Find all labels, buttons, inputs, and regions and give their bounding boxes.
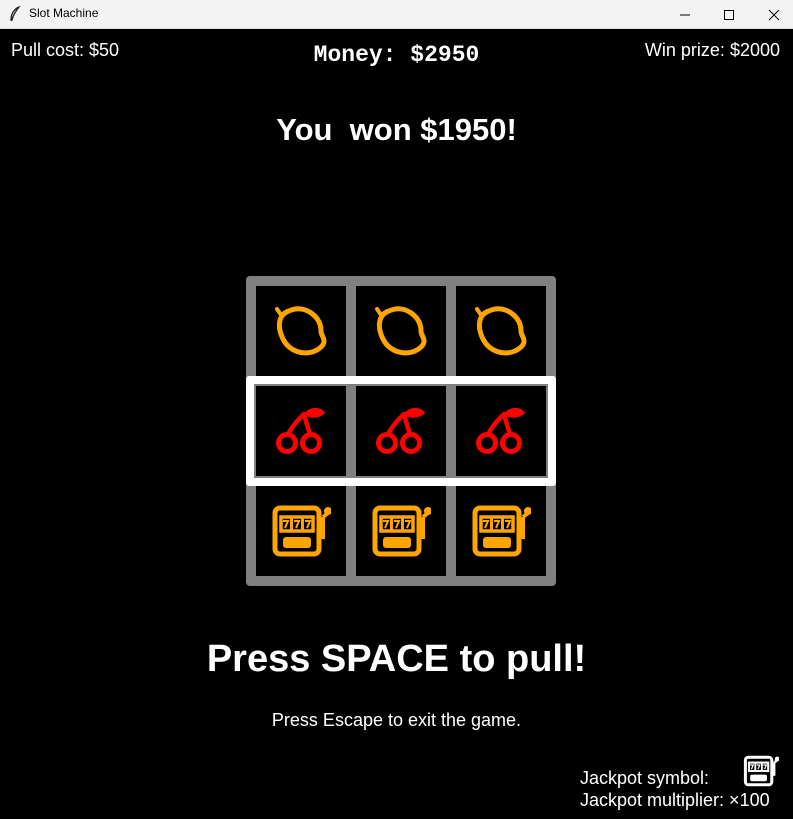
feather-icon bbox=[10, 6, 21, 22]
minimize-button[interactable] bbox=[662, 0, 708, 29]
jackpot-slot-machine-icon bbox=[743, 754, 780, 788]
reel-cell-r1-c3 bbox=[456, 286, 546, 376]
reel-cell-r3-c2 bbox=[356, 486, 446, 576]
result-message: You won $1950! bbox=[276, 112, 517, 147]
slot-machine-icon bbox=[271, 503, 331, 559]
reel-cell-r3-c1 bbox=[256, 486, 346, 576]
lemon-icon bbox=[371, 301, 431, 361]
game-canvas[interactable]: Pull cost: $50 Money: $2950 Win prize: $… bbox=[0, 30, 793, 819]
reel-cell-r3-c3 bbox=[456, 486, 546, 576]
lemon-icon bbox=[471, 301, 531, 361]
title-bar: Slot Machine bbox=[0, 0, 793, 29]
jackpot-multiplier-label: Jackpot multiplier: ×100 bbox=[580, 790, 770, 810]
win-prize-label: Win prize: $2000 bbox=[644, 40, 780, 60]
maximize-icon bbox=[724, 9, 734, 20]
pull-instruction: Press SPACE to pull! bbox=[206, 638, 587, 680]
slot-machine-icon bbox=[471, 503, 531, 559]
cherry-icon bbox=[371, 401, 431, 461]
window-title: Slot Machine bbox=[29, 6, 99, 20]
cherry-icon bbox=[271, 401, 331, 461]
reel-cell-r1-c2 bbox=[356, 286, 446, 376]
reel-cell-r2-c1 bbox=[256, 386, 346, 476]
reel-cell-r2-c3 bbox=[456, 386, 546, 476]
minimize-icon bbox=[680, 14, 690, 15]
exit-instruction: Press Escape to exit the game. bbox=[271, 710, 522, 730]
slot-machine-icon bbox=[371, 503, 431, 559]
close-icon bbox=[768, 9, 780, 20]
reel-cell-r2-c2 bbox=[356, 386, 446, 476]
close-button[interactable] bbox=[751, 0, 793, 29]
lemon-icon bbox=[271, 301, 331, 361]
cherry-icon bbox=[471, 401, 531, 461]
reel-cell-r1-c1 bbox=[256, 286, 346, 376]
maximize-button[interactable] bbox=[706, 0, 752, 29]
jackpot-symbol-label: Jackpot symbol: bbox=[580, 768, 710, 788]
